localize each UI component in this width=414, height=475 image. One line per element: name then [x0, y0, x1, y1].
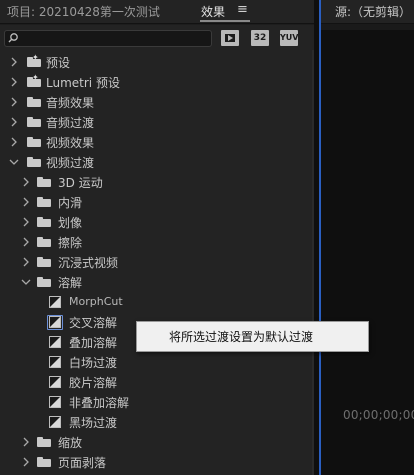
- chevron-right-icon[interactable]: [8, 56, 20, 68]
- folder-icon: [27, 137, 41, 147]
- chevron-down-icon[interactable]: [20, 276, 32, 288]
- folder-icon: [37, 197, 51, 207]
- tree-item[interactable]: 内滑: [0, 192, 312, 212]
- chevron-right-icon[interactable]: [8, 136, 20, 148]
- tree-item-label: 缩放: [58, 436, 83, 450]
- tree-item-label: 胶片溶解: [69, 376, 118, 390]
- transition-icon: [49, 296, 61, 308]
- selection-outline: [47, 315, 63, 330]
- folder-icon: [27, 157, 41, 167]
- tree-item[interactable]: 视频效果: [0, 132, 312, 152]
- source-monitor-header: [321, 24, 414, 30]
- tree-item[interactable]: ✦ Lumetri 预设: [0, 72, 312, 92]
- tree-item[interactable]: 视频过渡: [0, 152, 312, 172]
- tree-item-label: 视频效果: [46, 136, 95, 150]
- star-icon: ✦: [32, 73, 39, 82]
- tab-source[interactable]: 源:（无剪辑）: [335, 3, 411, 20]
- chevron-down-icon[interactable]: [8, 156, 20, 168]
- transition-icon: [49, 356, 61, 368]
- tab-effects[interactable]: 效果: [201, 3, 225, 20]
- 32-bit-effects-icon[interactable]: 32: [251, 30, 269, 46]
- tree-item[interactable]: 白场过渡: [0, 352, 312, 372]
- tree-item-label: 叠加溶解: [69, 336, 118, 350]
- folder-icon: [37, 177, 51, 187]
- chevron-right-icon[interactable]: [20, 196, 32, 208]
- tree-item-label: 交叉溶解: [69, 316, 118, 330]
- tree-item[interactable]: 擦除: [0, 232, 312, 252]
- tree-item[interactable]: 沉浸式视频: [0, 252, 312, 272]
- chevron-right-icon[interactable]: [20, 436, 32, 448]
- tree-item-label: 预设: [46, 56, 71, 70]
- folder-icon: [37, 237, 51, 247]
- chevron-right-icon[interactable]: [20, 176, 32, 188]
- chevron-right-icon[interactable]: [20, 236, 32, 248]
- folder-icon: [37, 457, 51, 467]
- tree-item-label: 内滑: [58, 196, 83, 210]
- tree-item-label: 白场过渡: [69, 356, 118, 370]
- chevron-right-icon[interactable]: [8, 76, 20, 88]
- tree-item-label: 划像: [58, 216, 83, 230]
- tree-item[interactable]: 黑场过渡: [0, 412, 312, 432]
- source-timecode[interactable]: 00;00;00;00: [343, 408, 414, 422]
- tree-item[interactable]: 音频效果: [0, 92, 312, 112]
- preset-folder-icon: ✦: [27, 73, 41, 87]
- chevron-right-icon[interactable]: [20, 216, 32, 228]
- tree-item[interactable]: 胶片溶解: [0, 372, 312, 392]
- tab-project[interactable]: 项目: 20210428第一次测试: [7, 3, 160, 20]
- folder-icon: [27, 117, 41, 127]
- tree-item[interactable]: 音频过渡: [0, 112, 312, 132]
- yuv-effects-icon[interactable]: YUV: [280, 30, 298, 46]
- tree-item[interactable]: 划像: [0, 212, 312, 232]
- accelerated-effects-glyph: [222, 31, 238, 45]
- search-input[interactable]: [4, 30, 212, 47]
- tree-item-label: 溶解: [58, 276, 83, 290]
- transition-icon: [49, 396, 61, 408]
- tree-item[interactable]: 缩放: [0, 432, 312, 452]
- tree-item-label: 视频过渡: [46, 156, 95, 170]
- menu-item-set-default-transition[interactable]: 将所选过渡设置为默认过渡: [169, 328, 313, 345]
- tree-item-label: MorphCut: [69, 295, 123, 308]
- tree-item[interactable]: 非叠加溶解: [0, 392, 312, 412]
- folder-icon: [27, 97, 41, 107]
- accelerated-effects-icon[interactable]: [221, 30, 239, 46]
- folder-icon: [37, 277, 51, 287]
- transition-icon: [49, 376, 61, 388]
- panel-menu-icon[interactable]: ≡: [237, 2, 248, 17]
- chevron-right-icon[interactable]: [20, 456, 32, 468]
- tree-item[interactable]: ✦ 预设: [0, 52, 312, 72]
- preset-folder-icon: ✦: [27, 53, 41, 67]
- tree-item[interactable]: 溶解: [0, 272, 312, 292]
- tree-item-label: 音频效果: [46, 96, 95, 110]
- search-icon: [8, 33, 18, 43]
- context-menu: 将所选过渡设置为默认过渡: [136, 321, 369, 352]
- tree-item-label: 3D 运动: [58, 176, 103, 190]
- tree-item[interactable]: MorphCut: [0, 292, 312, 312]
- folder-icon: [37, 217, 51, 227]
- star-icon: ✦: [32, 53, 39, 62]
- tree-item-label: 黑场过渡: [69, 416, 118, 430]
- transition-icon: [49, 336, 61, 348]
- tree-item[interactable]: 页面剥落: [0, 452, 312, 472]
- tree-item-label: 音频过渡: [46, 116, 95, 130]
- tree-item-label: 非叠加溶解: [69, 396, 130, 410]
- folder-icon: [37, 437, 51, 447]
- tree-item-label: 页面剥落: [58, 456, 107, 470]
- folder-icon: [37, 257, 51, 267]
- tree-item-label: 擦除: [58, 236, 83, 250]
- panel-tab-strip: 项目: 20210428第一次测试 效果 ≡ 源:（无剪辑）: [0, 0, 414, 24]
- tree-item-label: Lumetri 预设: [46, 76, 120, 90]
- chevron-right-icon[interactable]: [8, 116, 20, 128]
- tree-item-label: 沉浸式视频: [58, 256, 119, 270]
- chevron-right-icon[interactable]: [8, 96, 20, 108]
- chevron-right-icon[interactable]: [20, 256, 32, 268]
- tree-item[interactable]: 3D 运动: [0, 172, 312, 192]
- active-tab-underline: [200, 20, 250, 22]
- transition-icon: [49, 416, 61, 428]
